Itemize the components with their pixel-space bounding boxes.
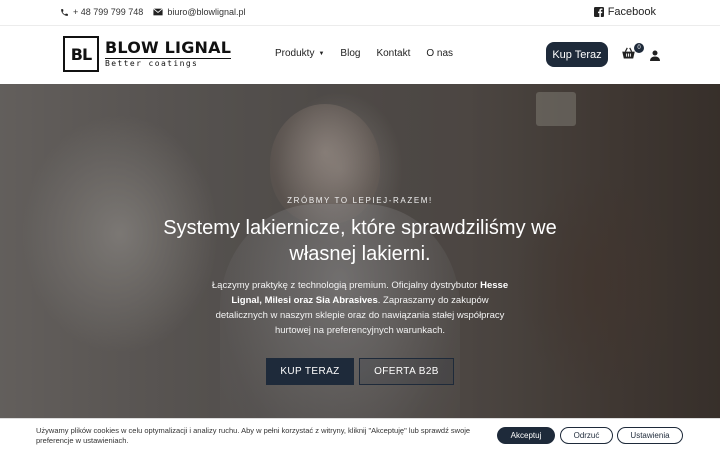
user-icon <box>650 50 660 61</box>
email-address: biuro@blowlignal.pl <box>167 7 246 17</box>
logo-mark: BL <box>63 36 99 72</box>
logo-brand: BLOW LIGNAL <box>105 38 232 57</box>
envelope-icon <box>153 8 164 16</box>
nav-item-blog[interactable]: Blog <box>340 48 360 59</box>
phone-link[interactable]: + 48 799 799 748 <box>60 7 143 17</box>
chevron-down-icon: ▼ <box>318 50 325 57</box>
phone-icon <box>61 8 68 16</box>
facebook-link[interactable]: Facebook <box>593 6 656 18</box>
main-navigation: Produkty ▼ Blog Kontakt O nas <box>275 48 469 59</box>
nav-item-label: Kontakt <box>376 48 411 59</box>
cookie-reject-button[interactable]: Odrzuć <box>560 427 613 444</box>
nav-item-kontakt[interactable]: Kontakt <box>376 48 410 59</box>
hero-section: ZRÓBMY TO LEPIEJ-RAZEM! Systemy lakierni… <box>0 84 720 450</box>
nav-item-label: O nas <box>426 48 454 59</box>
cookie-consent-bar: Używamy plików cookies w celu optymaliza… <box>0 418 720 450</box>
logo-text: BLOW LIGNAL Better coatings <box>105 38 232 68</box>
nav-item-label: Blog <box>340 48 361 59</box>
hero-lead-text: Łączymy praktykę z technologią premium. … <box>211 280 481 291</box>
hero-buy-now-button[interactable]: KUP TERAZ <box>266 358 354 385</box>
facebook-label: Facebook <box>607 6 656 18</box>
nav-item-produkty[interactable]: Produkty ▼ <box>275 48 324 59</box>
cookie-accept-button[interactable]: Akceptuj <box>497 427 555 444</box>
site-logo[interactable]: BL BLOW LIGNAL Better coatings <box>63 36 232 72</box>
phone-number: + 48 799 799 748 <box>73 7 144 17</box>
email-link[interactable]: biuro@blowlignal.pl <box>153 7 246 17</box>
logo-tagline: Better coatings <box>105 58 232 68</box>
hero-lead: Łączymy praktykę z technologią premium. … <box>205 278 515 338</box>
nav-item-label: Produkty <box>275 48 315 59</box>
hero-overlay <box>0 84 720 450</box>
contact-info: + 48 799 799 748 biuro@blowlignal.pl <box>60 7 256 17</box>
hero-kicker: ZRÓBMY TO LEPIEJ-RAZEM! <box>287 196 433 205</box>
site-header: BL BLOW LIGNAL Better coatings Produkty … <box>0 26 720 84</box>
buy-now-button[interactable]: Kup Teraz <box>546 42 608 67</box>
cart-count-badge: 0 <box>634 43 644 53</box>
cookie-message: Używamy plików cookies w celu optymaliza… <box>36 426 471 445</box>
facebook-icon <box>593 7 604 17</box>
hero-b2b-offer-button[interactable]: OFERTA B2B <box>359 358 454 385</box>
account-button[interactable] <box>650 48 660 66</box>
hero-headline: Systemy lakiernicze, które sprawdziliśmy… <box>163 217 557 265</box>
nav-item-o-nas[interactable]: O nas <box>426 48 453 59</box>
cookie-settings-button[interactable]: Ustawienia <box>617 427 683 444</box>
top-contact-bar: + 48 799 799 748 biuro@blowlignal.pl Fac… <box>0 0 720 26</box>
